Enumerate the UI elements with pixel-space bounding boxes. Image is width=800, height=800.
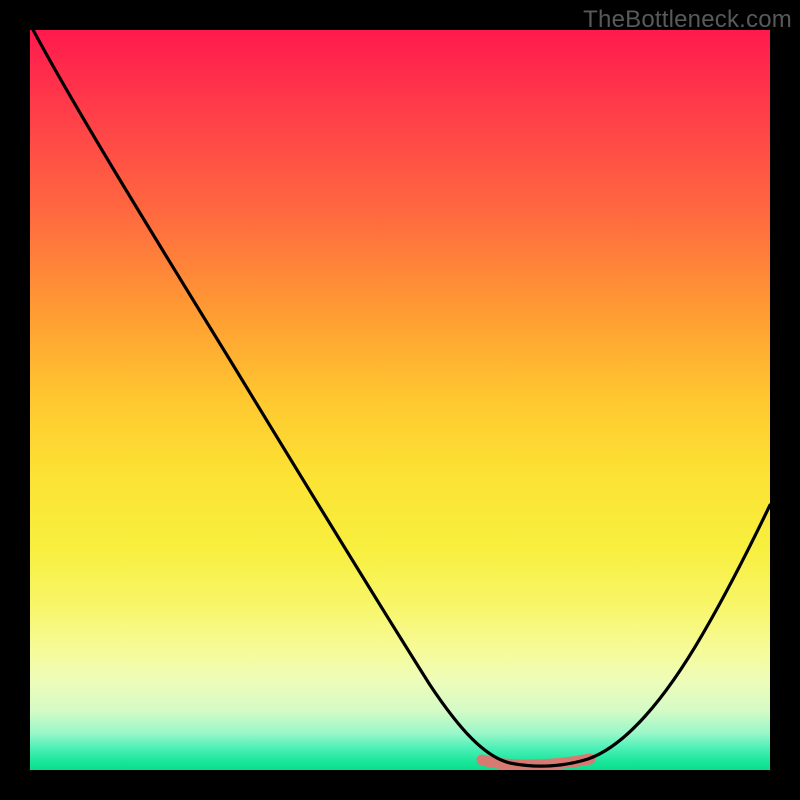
curve-layer: [30, 30, 770, 770]
watermark-text: TheBottleneck.com: [583, 6, 792, 34]
plot-area: [30, 30, 770, 770]
bottleneck-curve: [30, 30, 770, 766]
chart-frame: TheBottleneck.com: [0, 0, 800, 800]
